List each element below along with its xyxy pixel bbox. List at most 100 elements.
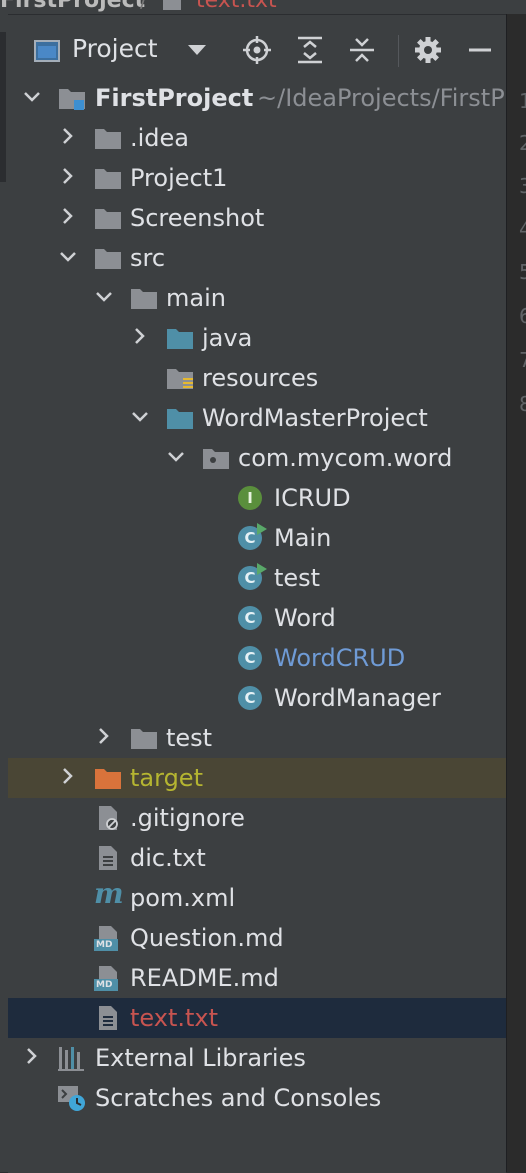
- tree-node-src[interactable]: src: [8, 238, 506, 278]
- tree-node-icrud[interactable]: I ICRUD: [8, 478, 506, 518]
- tree-node-text[interactable]: text.txt: [8, 998, 506, 1038]
- tree-node-wordcrud[interactable]: C WordCRUD: [8, 638, 506, 678]
- project-toolbar: Project: [8, 15, 506, 83]
- tree-label: test: [274, 564, 321, 592]
- chevron-down-icon[interactable]: [188, 45, 206, 55]
- collapse-all-icon[interactable]: [347, 35, 377, 65]
- tree-node-gitignore[interactable]: .gitignore: [8, 798, 506, 838]
- tree-label: Screenshot: [130, 204, 265, 232]
- ignore-file-icon: [94, 804, 122, 832]
- editor-gutter: 1 2 3 4 5 6 7 8: [506, 14, 526, 1172]
- breadcrumb: FirstProject / text.txt: [0, 0, 526, 14]
- class-icon: C: [238, 646, 262, 670]
- tree-label: dic.txt: [130, 844, 206, 872]
- tree-node-scratches[interactable]: Scratches and Consoles: [8, 1078, 506, 1118]
- breadcrumb-project[interactable]: FirstProject: [0, 0, 145, 13]
- maven-icon: m: [94, 877, 124, 910]
- chevron-down-icon[interactable]: [165, 444, 187, 470]
- chevron-right-icon[interactable]: [93, 724, 115, 750]
- line-number: 7: [519, 348, 526, 372]
- chevron-right-icon[interactable]: [57, 164, 79, 190]
- tree-label: ICRUD: [274, 484, 351, 512]
- tree-label: FirstProject: [95, 84, 254, 112]
- tree-label: Scratches and Consoles: [95, 1084, 382, 1112]
- tree-node-screenshot[interactable]: Screenshot: [8, 198, 506, 238]
- tree-node-wordmanager[interactable]: C WordManager: [8, 678, 506, 718]
- chevron-right-icon[interactable]: [57, 124, 79, 150]
- tree-node-firstproject[interactable]: FirstProject ~/IdeaProjects/FirstP: [8, 78, 506, 118]
- line-number: 8: [519, 392, 526, 416]
- tree-label: Question.md: [130, 924, 284, 952]
- scratches-icon: [58, 1084, 86, 1112]
- tree-node-dic[interactable]: dic.txt: [8, 838, 506, 878]
- tree-label: WordManager: [274, 684, 441, 712]
- project-panel: Project FirstProject ~/IdeaProjects/Firs…: [8, 14, 506, 1173]
- tree-node-package[interactable]: com.mycom.word: [8, 438, 506, 478]
- tree-label: test: [166, 724, 213, 752]
- tree-label: README.md: [130, 964, 279, 992]
- class-icon: C: [238, 606, 262, 630]
- tree-label: resources: [202, 364, 319, 392]
- chevron-right-icon[interactable]: [57, 764, 79, 790]
- chevron-down-icon[interactable]: [129, 404, 151, 430]
- file-icon: [163, 0, 181, 10]
- tool-window-strip: [0, 14, 8, 1172]
- tree-node-idea[interactable]: .idea: [8, 118, 506, 158]
- library-icon: [58, 1044, 86, 1072]
- chevron-down-icon[interactable]: [93, 284, 115, 310]
- tree-label: Word: [274, 604, 336, 632]
- tree-node-test-class[interactable]: C test: [8, 558, 506, 598]
- tree-label: .gitignore: [130, 804, 245, 832]
- resources-folder-icon: [166, 364, 194, 392]
- tree-label: WordMasterProject: [202, 404, 428, 432]
- minimize-icon[interactable]: [465, 35, 495, 65]
- interface-icon: I: [238, 486, 262, 510]
- tree-label: WordCRUD: [274, 644, 406, 672]
- tree-label: src: [130, 244, 166, 272]
- tree-node-readme[interactable]: MD README.md: [8, 958, 506, 998]
- module-folder-icon: [58, 84, 86, 112]
- gear-icon[interactable]: [413, 35, 443, 65]
- tree-label: target: [130, 764, 203, 792]
- line-number: 3: [519, 174, 526, 198]
- chevron-right-icon[interactable]: [129, 324, 151, 350]
- chevron-down-icon[interactable]: [57, 244, 79, 270]
- tree-label: text.txt: [130, 1004, 219, 1032]
- tree-label: pom.xml: [130, 884, 236, 912]
- tool-window-strip-active: [0, 32, 6, 182]
- tree-label: External Libraries: [95, 1044, 306, 1072]
- chevron-down-icon[interactable]: [21, 84, 43, 110]
- tree-node-target[interactable]: target: [8, 758, 506, 798]
- tree-node-resources[interactable]: resources: [8, 358, 506, 398]
- tree-node-wordmasterproject[interactable]: WordMasterProject: [8, 398, 506, 438]
- run-marker-icon: [257, 523, 267, 535]
- line-number: 2: [519, 131, 526, 155]
- tree-node-project1[interactable]: Project1: [8, 158, 506, 198]
- chevron-right-icon[interactable]: [21, 1044, 43, 1070]
- source-folder-icon: [166, 324, 194, 352]
- tree-label: main: [166, 284, 226, 312]
- tree-label: .idea: [130, 124, 190, 152]
- package-icon: [202, 444, 230, 472]
- tree-node-word[interactable]: C Word: [8, 598, 506, 638]
- tree-node-external-libraries[interactable]: External Libraries: [8, 1038, 506, 1078]
- tree-node-main-class[interactable]: C Main: [8, 518, 506, 558]
- text-file-icon: [94, 844, 122, 872]
- markdown-badge: MD: [96, 940, 113, 950]
- chevron-right-icon[interactable]: [57, 204, 79, 230]
- expand-all-icon[interactable]: [295, 35, 325, 65]
- line-number: 6: [519, 304, 526, 328]
- breadcrumb-file[interactable]: text.txt: [196, 0, 277, 13]
- tree-node-test-folder[interactable]: test: [8, 718, 506, 758]
- tree-node-question[interactable]: MD Question.md: [8, 918, 506, 958]
- tree-path: ~/IdeaProjects/FirstP: [257, 84, 505, 112]
- tree-node-pom[interactable]: m pom.xml: [8, 878, 506, 918]
- folder-icon: [130, 724, 158, 752]
- locate-file-icon[interactable]: [242, 35, 272, 65]
- folder-icon: [130, 284, 158, 312]
- line-number: 5: [519, 260, 526, 284]
- project-view-title[interactable]: Project: [72, 34, 158, 63]
- tree-node-java[interactable]: java: [8, 318, 506, 358]
- tree-node-main[interactable]: main: [8, 278, 506, 318]
- run-marker-icon: [257, 563, 267, 575]
